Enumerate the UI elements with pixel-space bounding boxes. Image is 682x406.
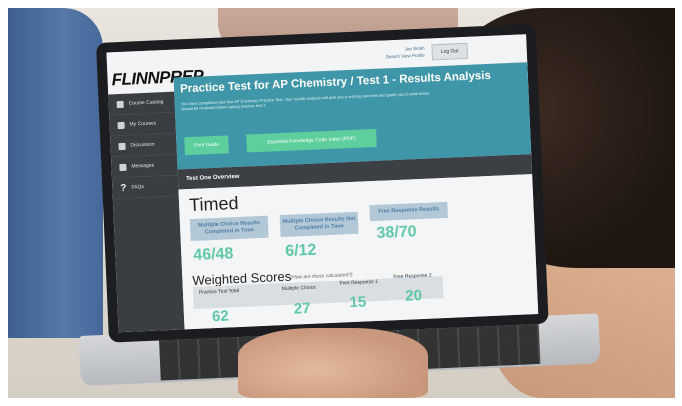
person-legs bbox=[8, 8, 103, 338]
sidebar-item-label: Messages bbox=[131, 162, 155, 170]
messages-icon bbox=[119, 163, 127, 171]
card-mc-completed-value: 46/48 bbox=[192, 245, 234, 264]
card-label: Multiple Choice Results Not Completed in… bbox=[282, 215, 356, 232]
card-free-response: Free Response Results bbox=[369, 201, 448, 222]
sidebar-item-messages[interactable]: Messages bbox=[111, 154, 178, 179]
courses-icon bbox=[117, 121, 125, 129]
sidebar-item-label: Course Catalog bbox=[128, 99, 164, 107]
card-label: Multiple Choice Results Completed in Tim… bbox=[197, 220, 261, 236]
weighted-col-label: Free Response 2 bbox=[393, 272, 432, 281]
user-links[interactable]: Search View Profile bbox=[375, 52, 425, 61]
chat-icon bbox=[118, 142, 126, 150]
sidebar-item-discussion[interactable]: Discussion bbox=[110, 133, 177, 158]
sidebar-item-label: My Courses bbox=[129, 120, 157, 128]
ekc-index-button[interactable]: Essential Knowledge Code Index (PDF) bbox=[246, 128, 377, 153]
weighted-col-label: Free Response 1 bbox=[339, 278, 378, 287]
person-hands bbox=[238, 328, 428, 398]
laptop-bezel: FLINNPREP Joe Smith Search View Profile … bbox=[96, 23, 549, 343]
photo-scene: FLINNPREP Joe Smith Search View Profile … bbox=[8, 8, 675, 398]
sidebar-item-label: Discussion bbox=[130, 141, 155, 149]
sidebar-item-course-catalog[interactable]: Course Catalog bbox=[108, 91, 176, 116]
print-guide-button[interactable]: Print Guide bbox=[184, 135, 229, 156]
weighted-col-label: Practice Test Total bbox=[198, 287, 240, 296]
question-icon: ? bbox=[120, 182, 127, 194]
weighted-col-label: Multiple Choice bbox=[281, 284, 317, 293]
card-label: Free Response Results bbox=[378, 206, 440, 215]
sidebar: Course Catalog My Courses Discussion Mes… bbox=[108, 91, 185, 333]
logout-button[interactable]: Log Out bbox=[431, 42, 469, 61]
card-mc-not-completed: Multiple Choice Results Not Completed in… bbox=[279, 211, 359, 238]
weighted-total-value: 62 bbox=[211, 307, 230, 326]
overview-content: Timed Multiple Choice Results Completed … bbox=[178, 174, 539, 330]
sidebar-item-my-courses[interactable]: My Courses bbox=[109, 112, 177, 137]
laptop-screen: FLINNPREP Joe Smith Search View Profile … bbox=[106, 34, 539, 333]
card-free-response-value: 38/70 bbox=[376, 223, 417, 242]
user-info: Joe Smith Search View Profile bbox=[374, 45, 425, 61]
card-mc-not-completed-value: 6/12 bbox=[284, 241, 317, 260]
weighted-fr1-value: 15 bbox=[349, 293, 367, 312]
book-icon bbox=[116, 100, 124, 108]
sidebar-item-faqs[interactable]: ? FAQs bbox=[111, 175, 179, 200]
card-mc-completed: Multiple Choice Results Completed in Tim… bbox=[189, 215, 269, 242]
timed-title: Timed bbox=[188, 192, 239, 216]
weighted-fr2-value: 20 bbox=[404, 287, 423, 305]
weighted-mc-value: 27 bbox=[293, 299, 311, 318]
sidebar-item-label: FAQs bbox=[131, 184, 145, 191]
page-header: Practice Test for AP Chemistry / Test 1 … bbox=[173, 62, 532, 170]
